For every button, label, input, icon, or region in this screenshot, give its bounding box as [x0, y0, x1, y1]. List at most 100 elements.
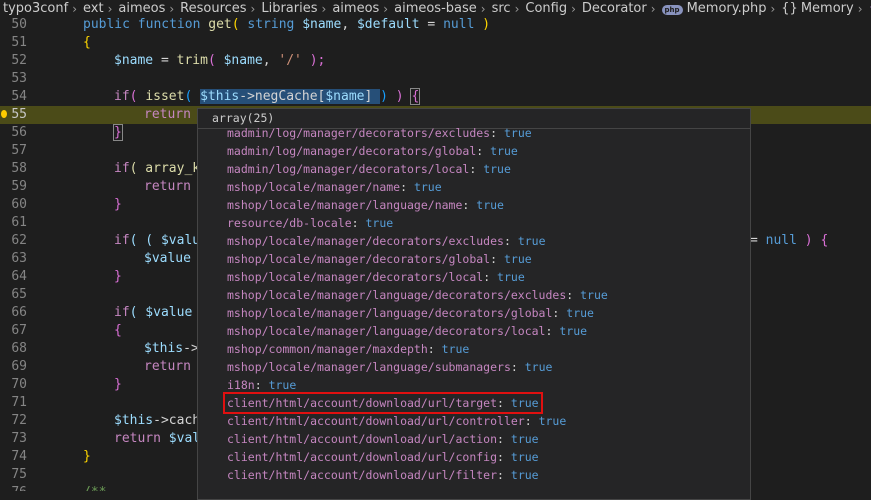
- code-line: 53: [0, 70, 871, 88]
- breadcrumb-item[interactable]: Decorator: [578, 1, 649, 16]
- entry-key: mshop/locale/manager/language/decorators…: [227, 324, 546, 338]
- breadcrumb-item[interactable]: Config: [521, 1, 569, 16]
- hover-entry[interactable]: mshop/locale/manager/language/name: true: [227, 196, 504, 214]
- code-line: 52 $name = trim( $name, '/' );: [0, 52, 871, 70]
- breadcrumb-item[interactable]: Libraries: [257, 1, 319, 16]
- breadcrumb-item[interactable]: aimeos: [114, 1, 167, 16]
- code-text: ( ( $valu: [129, 233, 201, 248]
- function-name: get: [208, 17, 232, 32]
- entry-key: client/html/account/download/url/config: [227, 450, 498, 464]
- debug-hover-popup[interactable]: array(25) madmin/log/manager/decorators/…: [197, 108, 751, 500]
- variable[interactable]: $this: [200, 89, 240, 104]
- breadcrumb-file-label: Memory.php: [686, 1, 767, 16]
- string: '/': [278, 53, 302, 68]
- line-number: 68: [11, 341, 27, 356]
- line-number: 60: [11, 197, 27, 212]
- line-number: 71: [11, 395, 27, 410]
- hover-entry[interactable]: mshop/locale/manager/language/submanager…: [227, 358, 552, 376]
- hover-entry[interactable]: client/html/account/download/url/filter:…: [227, 466, 539, 484]
- entry-value: true: [365, 216, 394, 230]
- hover-entry[interactable]: mshop/locale/manager/name: true: [227, 178, 442, 196]
- entry-key: mshop/locale/manager/decorators/global: [227, 252, 491, 266]
- entry-key: mshop/locale/manager/language/submanager…: [227, 360, 511, 374]
- constant: null: [765, 233, 797, 248]
- hover-entry[interactable]: i18n: true: [227, 376, 296, 394]
- breadcrumb-method[interactable]: get: [865, 0, 871, 17]
- chevron-right-icon: ›: [480, 1, 486, 16]
- punct: ,: [262, 53, 279, 68]
- function-name: isset: [145, 89, 185, 104]
- code-text: ( array_k: [129, 161, 201, 176]
- bracket: ): [474, 17, 491, 32]
- entry-separator: :: [351, 216, 366, 230]
- entry-value: true: [490, 144, 518, 158]
- bracket: {: [410, 88, 421, 105]
- hover-entry[interactable]: client/html/account/download/url/control…: [227, 412, 566, 430]
- entry-key: resource/db-locale: [227, 216, 352, 230]
- constant: null: [443, 17, 475, 32]
- breadcrumb-item[interactable]: Resources: [176, 1, 248, 16]
- keyword: return: [114, 431, 161, 446]
- keyword: public: [83, 17, 130, 32]
- entry-key: mshop/common/manager/maxdepth: [227, 342, 428, 356]
- line-number: 73: [11, 431, 27, 446]
- entry-value: true: [503, 126, 532, 140]
- entry-key: client/html/account/download/url/filter: [227, 468, 498, 482]
- code-text: ( $value: [129, 305, 193, 320]
- entry-separator: :: [510, 360, 525, 374]
- hover-entry[interactable]: resource/db-locale: true: [227, 214, 393, 232]
- keyword: if: [114, 89, 130, 104]
- entry-value: true: [510, 396, 539, 410]
- breadcrumb-item[interactable]: typo3conf: [0, 1, 70, 16]
- entry-value: true: [524, 360, 553, 374]
- bracket: (: [207, 53, 216, 68]
- hover-entry[interactable]: client/html/account/download/url/config:…: [227, 448, 539, 466]
- hover-entry[interactable]: mshop/common/manager/maxdepth: true: [227, 340, 469, 358]
- hover-entry[interactable]: client/html/account/download/url/action:…: [227, 430, 539, 448]
- entry-separator: :: [254, 378, 269, 392]
- hover-entry[interactable]: mshop/locale/manager/language/decorators…: [227, 304, 594, 322]
- breadcrumb-item[interactable]: src: [488, 1, 513, 16]
- breadcrumb-file[interactable]: php Memory.php: [658, 1, 769, 16]
- breadcrumb-class[interactable]: {} Memory: [777, 1, 855, 16]
- code-line: 54 if( isset( $this->negCache[$name] ) ) …: [0, 88, 871, 106]
- breadcrumb-item[interactable]: aimeos: [328, 1, 381, 16]
- hover-entry[interactable]: mshop/locale/manager/decorators/excludes…: [227, 232, 546, 250]
- line-number: 74: [11, 449, 27, 464]
- chevron-right-icon: ›: [169, 1, 175, 16]
- line-number: 56: [11, 125, 27, 140]
- comment: /**: [83, 485, 106, 491]
- entry-separator: :: [427, 342, 442, 356]
- breadcrumb-item[interactable]: aimeos-base: [390, 1, 479, 16]
- variable[interactable]: $name: [325, 89, 365, 104]
- hover-entry[interactable]: madmin/log/manager/decorators/global: tr…: [227, 142, 518, 160]
- entry-value: true: [441, 342, 470, 356]
- bracket: ): [380, 89, 388, 104]
- entry-value: true: [517, 234, 546, 248]
- entry-separator: :: [462, 198, 477, 212]
- entry-value: true: [497, 270, 525, 284]
- variable: $this: [114, 413, 154, 428]
- hover-entry[interactable]: mshop/locale/manager/language/decorators…: [227, 286, 608, 304]
- line-number: 53: [11, 71, 27, 86]
- hover-entry-highlighted[interactable]: client/html/account/download/url/target:…: [223, 392, 543, 414]
- hover-entry[interactable]: mshop/locale/manager/decorators/local: t…: [227, 268, 525, 286]
- entry-separator: :: [400, 180, 414, 194]
- hover-entry[interactable]: mshop/locale/manager/language/decorators…: [227, 322, 587, 340]
- bracket: }: [114, 197, 122, 212]
- breadcrumb-item[interactable]: ext: [79, 1, 106, 16]
- hover-entry[interactable]: madmin/log/manager/decorators/excludes: …: [227, 124, 532, 142]
- hover-entry[interactable]: madmin/log/manager/decorators/local: tru…: [227, 160, 511, 178]
- entry-separator: :: [476, 144, 491, 158]
- bracket: {: [820, 233, 829, 248]
- entry-separator: :: [524, 414, 539, 428]
- chevron-right-icon: ›: [650, 1, 656, 16]
- hover-entry[interactable]: mshop/locale/manager/decorators/global: …: [227, 250, 532, 268]
- line-number: 70: [11, 377, 27, 392]
- bracket: ): [796, 233, 821, 248]
- variable: $this: [144, 341, 184, 356]
- bracket: }: [114, 269, 122, 284]
- bracket: (: [129, 89, 146, 104]
- selected-text[interactable]: ->negCache[: [239, 89, 326, 104]
- selected-text[interactable]: ]: [364, 89, 381, 104]
